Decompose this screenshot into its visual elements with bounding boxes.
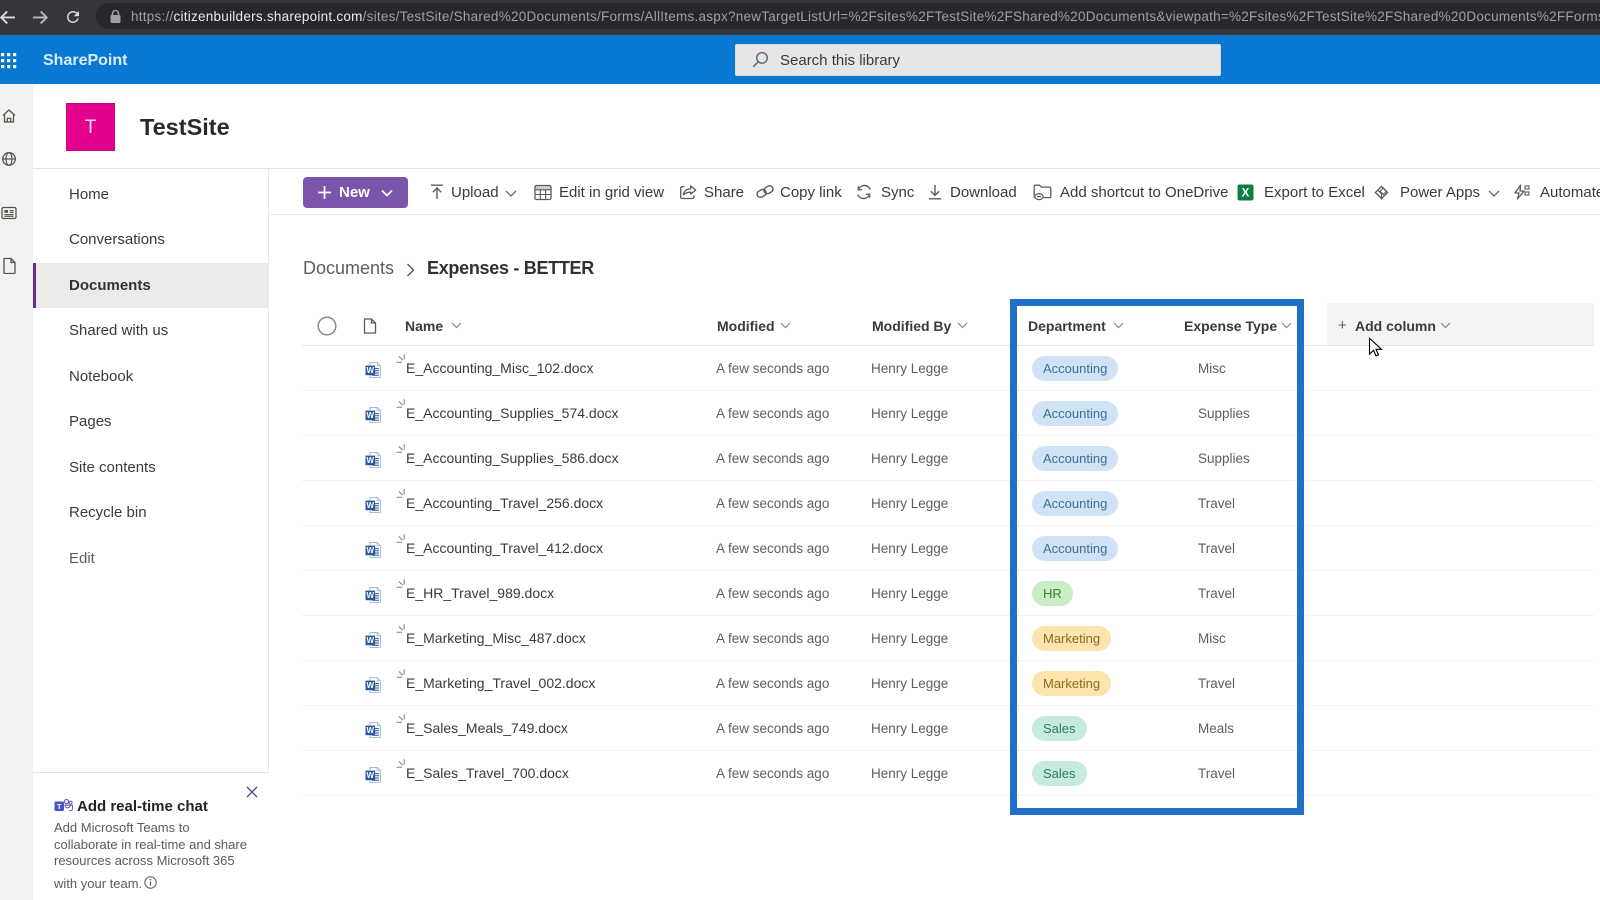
svg-text:W: W (367, 591, 375, 600)
svg-text:W: W (367, 771, 375, 780)
svg-text:W: W (367, 726, 375, 735)
svg-text:W: W (367, 456, 375, 465)
svg-text:X: X (1242, 188, 1250, 200)
svg-text:W: W (367, 366, 375, 375)
svg-text:W: W (367, 681, 375, 690)
svg-text:W: W (367, 501, 375, 510)
svg-text:W: W (367, 411, 375, 420)
svg-text:T: T (57, 802, 62, 811)
svg-text:W: W (367, 636, 375, 645)
svg-text:W: W (367, 546, 375, 555)
